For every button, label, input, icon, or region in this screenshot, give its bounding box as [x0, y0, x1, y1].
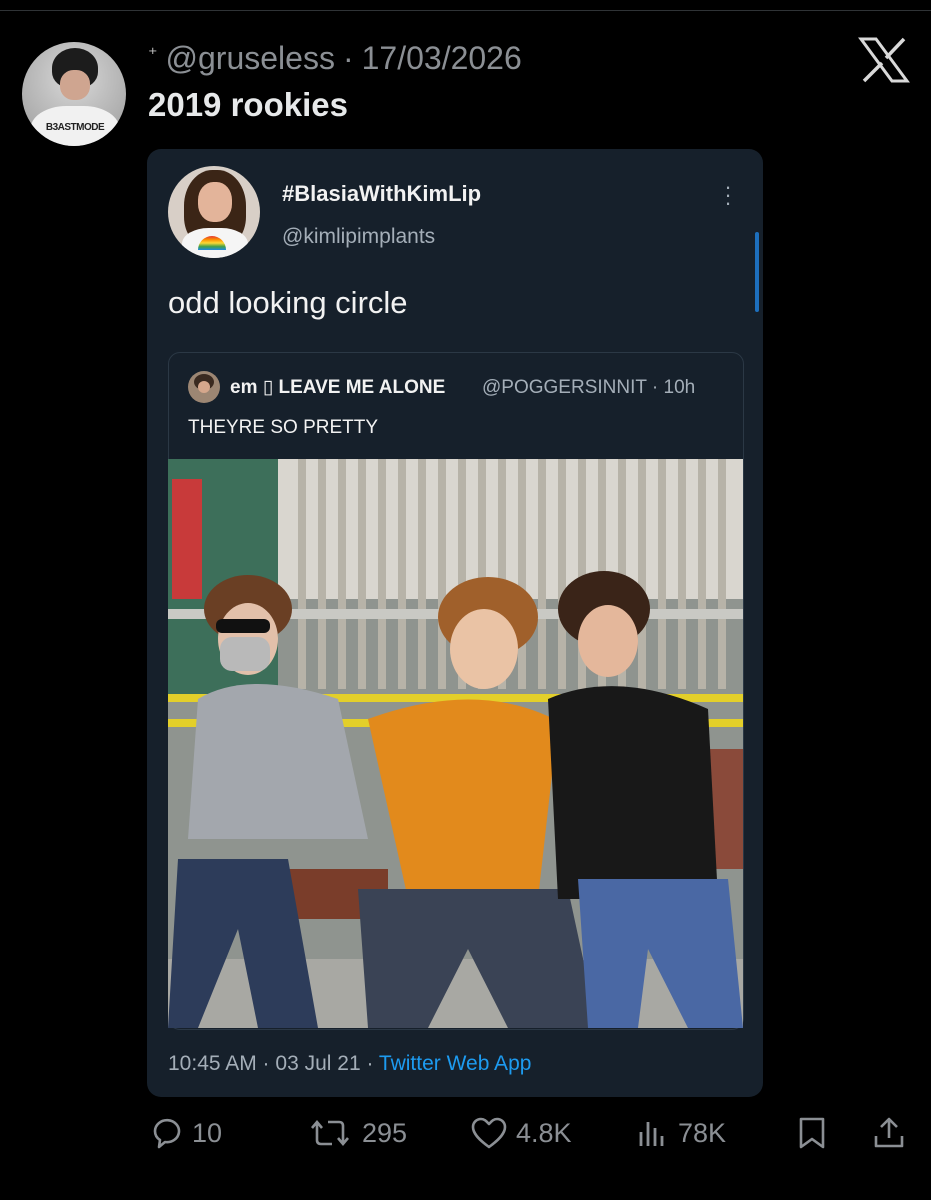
like-button[interactable]: 4.8K [470, 1116, 572, 1150]
bookmark-button[interactable] [796, 1116, 836, 1150]
views-count: 78K [678, 1117, 727, 1148]
inner-author-avatar[interactable] [188, 371, 220, 403]
quoted-tweet-app[interactable]: Twitter Web App [379, 1052, 532, 1075]
views-button[interactable]: 78K [636, 1116, 726, 1150]
quoted-tweet-meta: 10:45 AM · 03 Jul 21 · Twitter Web App [168, 1052, 531, 1076]
repost-icon [311, 1119, 349, 1147]
inner-author-handle[interactable]: @POGGERSINNIT · 10h [482, 377, 695, 399]
views-icon [639, 1122, 664, 1146]
scrollbar[interactable] [755, 232, 759, 312]
bookmark-icon [799, 1117, 825, 1149]
like-count: 4.8K [516, 1117, 572, 1148]
post-date[interactable]: 17/03/2026 [362, 40, 522, 77]
inner-author-name[interactable]: em ▯ LEAVE ME ALONE [230, 376, 445, 399]
repost-count: 295 [362, 1117, 408, 1148]
reply-count: 10 [192, 1117, 223, 1148]
post-header: ⁺ @gruseless · 17/03/2026 [148, 38, 522, 78]
like-icon [471, 1117, 507, 1149]
share-button[interactable] [872, 1116, 914, 1150]
quoted-tweet-text: odd looking circle [168, 285, 408, 320]
share-icon [874, 1117, 904, 1148]
inner-tweet-text: THEYRE SO PRETTY [188, 417, 379, 438]
top-divider [0, 10, 931, 11]
separator-dot: · [342, 39, 354, 76]
reply-icon [153, 1118, 181, 1149]
author-handle[interactable]: @gruseless [166, 40, 335, 77]
tweet-photo[interactable] [168, 459, 743, 1028]
x-logo-icon[interactable] [858, 36, 910, 84]
quoted-author-name[interactable]: #BlasiaWithKimLip [282, 181, 481, 207]
quoted-author-handle[interactable]: @kimlipimplants [282, 225, 435, 249]
kebab-menu-icon[interactable]: · · · [720, 176, 736, 214]
repost-button[interactable]: 295 [306, 1116, 407, 1150]
action-bar: 10 295 4.8K 78K [0, 1116, 931, 1160]
quoted-author-avatar[interactable] [168, 166, 260, 258]
reply-button[interactable]: 10 [150, 1116, 222, 1150]
quoted-tweet-timestamp[interactable]: 10:45 AM · 03 Jul 21 · [168, 1052, 379, 1075]
author-avatar[interactable]: B3ASTMODE [22, 42, 126, 146]
avatar-shirt-text: B3ASTMODE [45, 122, 105, 133]
sparkle-icon: ⁺ [148, 43, 158, 64]
post-text: 2019 rookies [148, 86, 348, 123]
